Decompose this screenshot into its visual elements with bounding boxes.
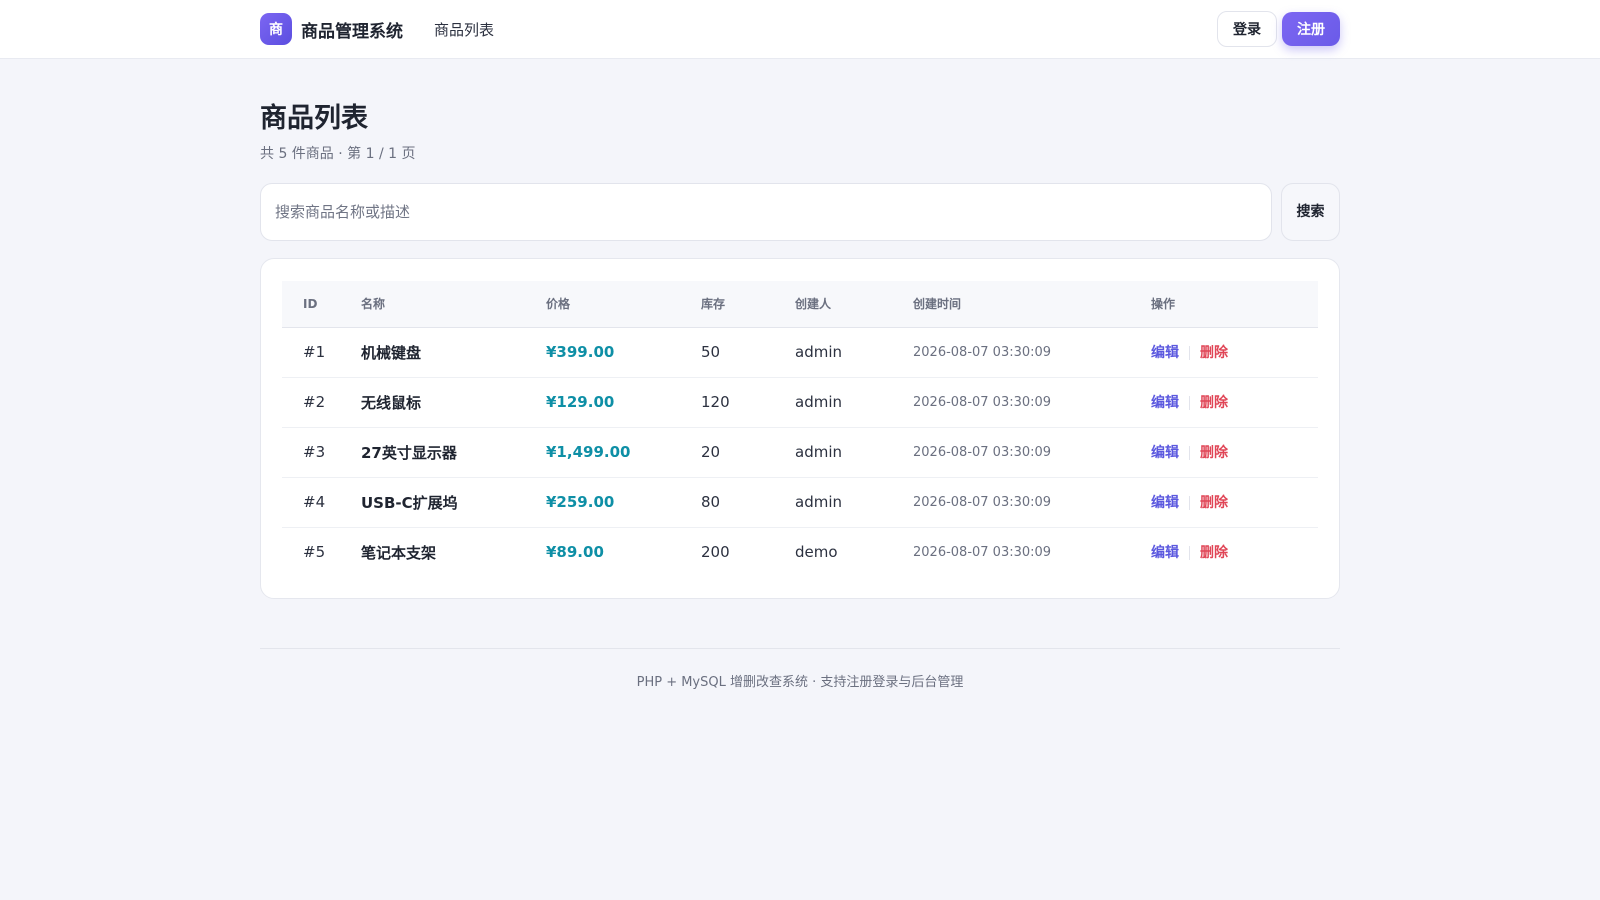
action-divider <box>1189 345 1190 360</box>
cell-price: ¥259.00 <box>546 477 701 528</box>
search-button[interactable]: 搜索 <box>1281 183 1340 241</box>
table-row: #2 无线鼠标 ¥129.00 120 admin 2026-08-07 03:… <box>282 377 1318 428</box>
cell-id: #1 <box>282 327 361 378</box>
cell-id: #3 <box>282 427 361 478</box>
column-header-stock: 库存 <box>701 281 795 328</box>
delete-link[interactable]: 删除 <box>1200 445 1228 461</box>
action-divider <box>1189 445 1190 460</box>
table-row: #3 27英寸显示器 ¥1,499.00 20 admin 2026-08-07… <box>282 427 1318 478</box>
edit-link[interactable]: 编辑 <box>1151 545 1179 561</box>
delete-link[interactable]: 删除 <box>1200 395 1228 411</box>
table-row: #1 机械键盘 ¥399.00 50 admin 2026-08-07 03:3… <box>282 327 1318 378</box>
page-subtitle: 共 5 件商品 · 第 1 / 1 页 <box>260 146 416 162</box>
cell-created-time: 2026-08-07 03:30:09 <box>913 427 1151 478</box>
main-content: 商品列表 共 5 件商品 · 第 1 / 1 页 搜索 ID 名称 价格 库存 … <box>260 96 1340 690</box>
cell-price: ¥129.00 <box>546 377 701 428</box>
action-divider <box>1189 495 1190 510</box>
cell-created-time: 2026-08-07 03:30:09 <box>913 477 1151 528</box>
cell-price: ¥89.00 <box>546 543 604 562</box>
footer: PHP + MySQL 增删改查系统 · 支持注册登录与后台管理 <box>260 648 1340 690</box>
action-divider <box>1189 395 1190 410</box>
footer-text: PHP + MySQL 增删改查系统 · 支持注册登录与后台管理 <box>636 675 964 690</box>
cell-price: ¥399.00 <box>546 327 701 378</box>
cell-price: ¥1,499.00 <box>546 427 701 478</box>
nav-link-product-list[interactable]: 商品列表 <box>434 19 494 40</box>
register-button[interactable]: 注册 <box>1282 12 1340 46</box>
auth-buttons: 登录 注册 <box>1217 11 1340 47</box>
cell-id: #5 <box>303 543 326 562</box>
cell-id: #4 <box>282 477 361 528</box>
search-input[interactable] <box>260 183 1272 241</box>
cell-created-time: 2026-08-07 03:30:09 <box>913 327 1151 378</box>
delete-link[interactable]: 删除 <box>1200 545 1228 561</box>
table-body: #1 机械键盘 ¥399.00 50 admin 2026-08-07 03:3… <box>282 327 1318 577</box>
logo-icon: 商 <box>260 13 292 45</box>
table-header: ID 名称 价格 库存 创建人 创建时间 操作 <box>282 281 1318 328</box>
column-header-id: ID <box>282 281 361 328</box>
edit-link[interactable]: 编辑 <box>1151 395 1179 411</box>
edit-link[interactable]: 编辑 <box>1151 445 1179 461</box>
cell-name: USB-C扩展坞 <box>361 477 546 528</box>
table-header-row: ID 名称 价格 库存 创建人 创建时间 操作 <box>282 281 1318 328</box>
delete-link[interactable]: 删除 <box>1200 345 1228 361</box>
table-row: #4 USB-C扩展坞 ¥259.00 80 admin 2026-08-07 … <box>282 477 1318 528</box>
product-table-card: ID 名称 价格 库存 创建人 创建时间 操作 #1 机械键盘 ¥399.00 … <box>260 258 1340 599</box>
navbar-inner: 商 商品管理系统 商品列表 登录 注册 <box>260 0 1340 58</box>
column-header-name: 名称 <box>361 281 546 328</box>
top-navbar: 商 商品管理系统 商品列表 登录 注册 <box>0 0 1600 59</box>
brand[interactable]: 商 商品管理系统 商品列表 <box>260 13 494 45</box>
cell-creator: demo <box>795 543 838 562</box>
cell-name: 笔记本支架 <box>361 543 437 562</box>
delete-link[interactable]: 删除 <box>1200 495 1228 511</box>
cell-name: 无线鼠标 <box>361 377 546 428</box>
cell-creator: admin <box>795 327 913 378</box>
product-table: ID 名称 价格 库存 创建人 创建时间 操作 #1 机械键盘 ¥399.00 … <box>282 281 1318 577</box>
search-bar: 搜索 <box>260 183 1340 241</box>
cell-stock: 80 <box>701 477 795 528</box>
cell-creator: admin <box>795 477 913 528</box>
brand-name: 商品管理系统 <box>301 21 403 42</box>
cell-creator: admin <box>795 427 913 478</box>
column-header-created-time: 创建时间 <box>913 281 1151 328</box>
login-button[interactable]: 登录 <box>1217 11 1277 47</box>
table-row: #5 笔记本支架 ¥89.00 200 demo 2026-08-07 03:3… <box>282 527 1318 577</box>
cell-stock: 120 <box>701 377 795 428</box>
column-header-price: 价格 <box>546 281 701 328</box>
action-divider <box>1189 545 1190 560</box>
page-title: 商品列表 <box>260 103 368 134</box>
cell-actions: 编辑 删除 <box>1151 327 1318 378</box>
cell-id: #2 <box>282 377 361 428</box>
cell-creator: admin <box>795 377 913 428</box>
cell-name: 27英寸显示器 <box>361 427 546 478</box>
cell-name: 机械键盘 <box>361 327 546 378</box>
cell-stock: 50 <box>701 327 795 378</box>
cell-created-time: 2026-08-07 03:30:09 <box>913 544 1052 560</box>
column-header-actions: 操作 <box>1151 281 1318 328</box>
cell-stock: 20 <box>701 427 795 478</box>
cell-actions: 编辑 删除 <box>1151 427 1318 478</box>
edit-link[interactable]: 编辑 <box>1151 345 1179 361</box>
cell-actions: 编辑 删除 <box>1151 377 1318 428</box>
cell-stock: 200 <box>701 543 730 562</box>
cell-actions: 编辑 删除 <box>1151 477 1318 528</box>
edit-link[interactable]: 编辑 <box>1151 495 1179 511</box>
cell-actions: 编辑 删除 <box>1151 527 1318 577</box>
column-header-creator: 创建人 <box>795 281 913 328</box>
cell-created-time: 2026-08-07 03:30:09 <box>913 377 1151 428</box>
